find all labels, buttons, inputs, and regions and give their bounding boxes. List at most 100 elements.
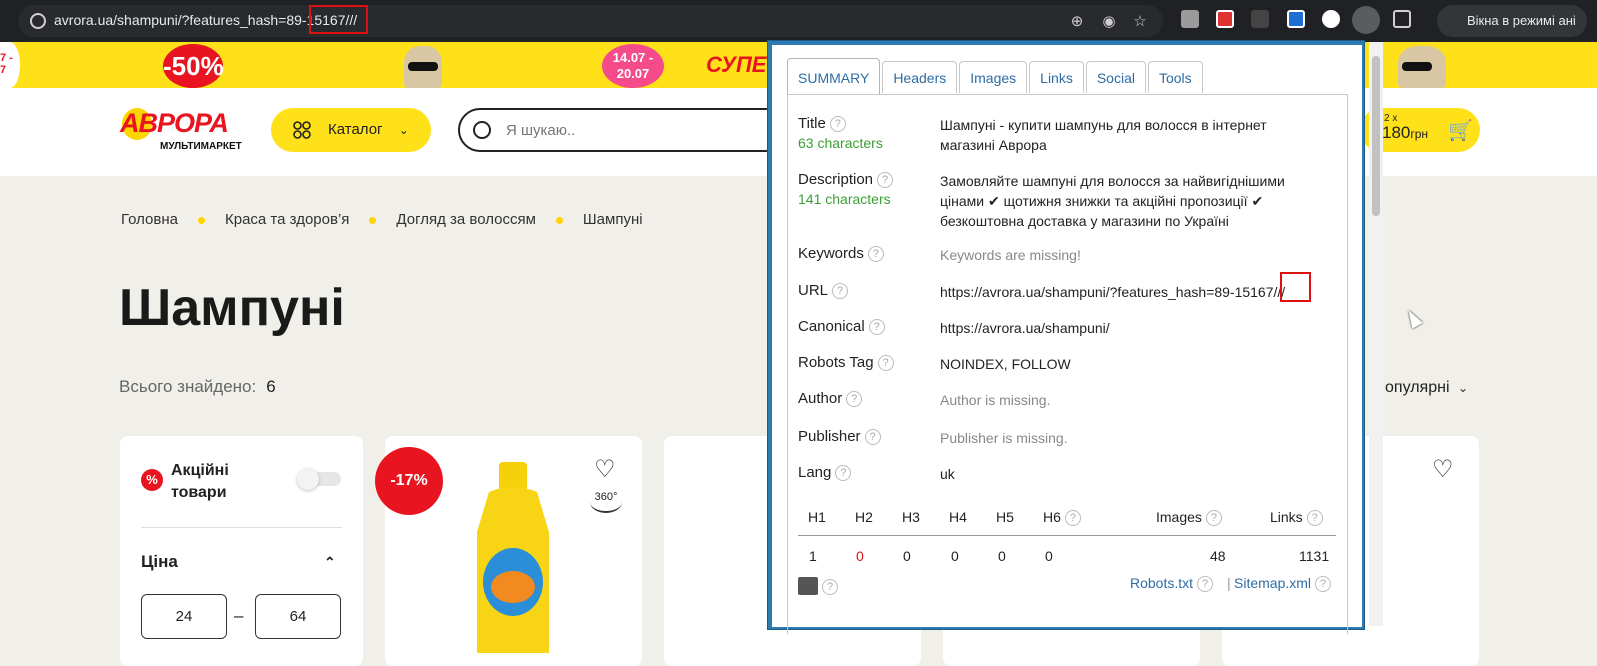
cart-currency: грн <box>1410 127 1429 141</box>
incognito-label: Вікна в режимі ані <box>1467 13 1576 28</box>
footer-separator: | <box>1227 575 1231 591</box>
scrollbar-thumb[interactable] <box>1372 56 1380 216</box>
results-count-value: 6 <box>266 377 276 396</box>
seo-ext-icon[interactable] <box>1352 6 1380 34</box>
search-icon <box>473 121 491 139</box>
description-label: Description? <box>798 171 894 189</box>
page-title: Шампуні <box>119 279 345 337</box>
help-icon[interactable]: ? <box>1197 576 1214 593</box>
lang-value: uk <box>940 466 955 482</box>
zoom-icon[interactable]: ⊕ <box>1068 13 1086 31</box>
price-max-input[interactable]: 64 <box>255 594 341 639</box>
tab-headers[interactable]: Headers <box>882 61 958 93</box>
calendar-ext-icon[interactable] <box>1216 10 1234 28</box>
help-icon[interactable]: ? <box>1306 510 1323 527</box>
cat-mascot-icon <box>404 46 442 88</box>
help-icon[interactable]: ? <box>1064 510 1081 527</box>
star-icon[interactable]: ☆ <box>1131 13 1149 31</box>
publisher-label-text: Publisher <box>798 428 861 445</box>
col-h2: H2 <box>855 509 873 525</box>
val-images: 48 <box>1210 548 1226 564</box>
cart-price-value: 180 <box>1382 123 1411 142</box>
robots-value: NOINDEX, FOLLOW <box>940 356 1071 372</box>
val-h4: 0 <box>951 548 959 564</box>
rotate-360-icon[interactable]: 360° <box>590 491 622 513</box>
shield-ext-icon[interactable] <box>1287 10 1305 28</box>
description-value: Замовляйте шампуні для волосся за найвиг… <box>940 173 1285 229</box>
help-icon[interactable]: ? <box>868 319 885 336</box>
incognito-indicator[interactable]: Вікна в режимі ані <box>1437 5 1587 37</box>
tab-images[interactable]: Images <box>959 61 1028 93</box>
val-links: 1131 <box>1299 548 1330 564</box>
page-scrollbar[interactable] <box>1369 42 1383 626</box>
wand-ext-icon[interactable] <box>1251 10 1269 28</box>
tab-social[interactable]: Social <box>1085 61 1146 93</box>
site-logo[interactable]: АВРОРА МУЛЬТИМАРКЕТ <box>120 108 244 156</box>
cat-mascot-icon-right <box>1398 46 1446 88</box>
help-icon[interactable]: ? <box>877 355 894 372</box>
breadcrumb-separator <box>555 216 563 224</box>
breadcrumb-haircare[interactable]: Догляд за волоссям <box>396 211 536 228</box>
canonical-label-text: Canonical <box>798 318 865 335</box>
help-icon[interactable]: ? <box>1315 576 1332 593</box>
help-icon[interactable]: ? <box>829 116 846 133</box>
col-images-text: Images <box>1156 509 1202 525</box>
help-icon[interactable]: ? <box>846 391 863 408</box>
heart-icon[interactable]: ♡ <box>594 458 618 482</box>
canonical-label: Canonical? <box>798 318 885 336</box>
promo-super-text: СУПЕ <box>706 52 767 77</box>
chevron-up-icon[interactable]: ⌃ <box>324 554 336 571</box>
catalog-button[interactable]: Каталог ⌄ <box>271 108 431 152</box>
translate-ext-icon[interactable] <box>1322 10 1340 28</box>
help-icon[interactable]: ? <box>1205 510 1222 527</box>
lang-label: Lang? <box>798 464 852 482</box>
col-images: Images? <box>1156 509 1222 527</box>
price-min-input[interactable]: 24 <box>141 594 227 639</box>
tab-summary[interactable]: SUMMARY <box>787 58 881 94</box>
address-bar[interactable]: avrora.ua/shampuni/?features_hash=89-151… <box>18 5 1163 37</box>
sitemap-link-wrap: Sitemap.xml? <box>1234 575 1332 593</box>
title-label: Title? <box>798 115 846 133</box>
robots-txt-link[interactable]: Robots.txt <box>1130 575 1193 591</box>
val-h6: 0 <box>1045 548 1053 564</box>
eye-off-icon[interactable]: ◉ <box>1100 13 1118 31</box>
help-icon[interactable]: ? <box>832 283 849 300</box>
tab-links[interactable]: Links <box>1029 61 1084 93</box>
divider <box>141 527 342 528</box>
search-box[interactable] <box>458 108 788 152</box>
breadcrumb-home[interactable]: Головна <box>121 211 178 228</box>
heart-icon[interactable]: ♡ <box>1432 458 1456 482</box>
promo-toggle[interactable] <box>297 468 341 490</box>
sale-badge: -50% <box>163 44 224 88</box>
logo-subtext: МУЛЬТИМАРКЕТ <box>160 141 242 152</box>
val-h3: 0 <box>903 548 911 564</box>
keywords-label-text: Keywords <box>798 245 864 262</box>
col-h6: H6? <box>1043 509 1081 527</box>
description-length: 141 characters <box>798 191 891 207</box>
puzzle-icon[interactable] <box>1393 10 1411 28</box>
breadcrumb-separator <box>369 216 377 224</box>
help-icon[interactable]: ? <box>867 246 884 263</box>
mouse-cursor <box>1403 307 1423 329</box>
shampoo-bottle-image <box>477 462 549 653</box>
site-info-icon[interactable] <box>30 13 46 29</box>
promo-left-partial: 7 - 7 <box>0 42 20 88</box>
chart-icon[interactable] <box>798 577 818 595</box>
title-length: 63 characters <box>798 135 883 151</box>
help-icon[interactable]: ? <box>864 429 881 446</box>
filter-panel: % Акційні товари Ціна ⌃ 24 – 64 <box>120 436 363 666</box>
sitemap-xml-link[interactable]: Sitemap.xml <box>1234 575 1311 591</box>
help-icon[interactable]: ? <box>835 465 852 482</box>
search-input[interactable] <box>506 120 766 140</box>
val-h1: 1 <box>809 548 817 564</box>
sort-select[interactable]: опулярні ⌄ <box>1385 379 1468 397</box>
tab-tools[interactable]: Tools <box>1147 61 1203 93</box>
url-value: https://avrora.ua/shampuni/?features_has… <box>940 284 1286 300</box>
help-icon[interactable]: ? <box>877 172 894 189</box>
breadcrumb-beauty[interactable]: Краса та здоров’я <box>225 211 349 228</box>
camera-icon[interactable] <box>1181 10 1199 28</box>
robots-link-wrap: Robots.txt? <box>1130 575 1214 593</box>
url-highlight-box <box>309 5 368 34</box>
breadcrumb: Головна Краса та здоров’я Догляд за волосс… <box>121 211 643 228</box>
help-icon[interactable]: ? <box>822 579 838 595</box>
